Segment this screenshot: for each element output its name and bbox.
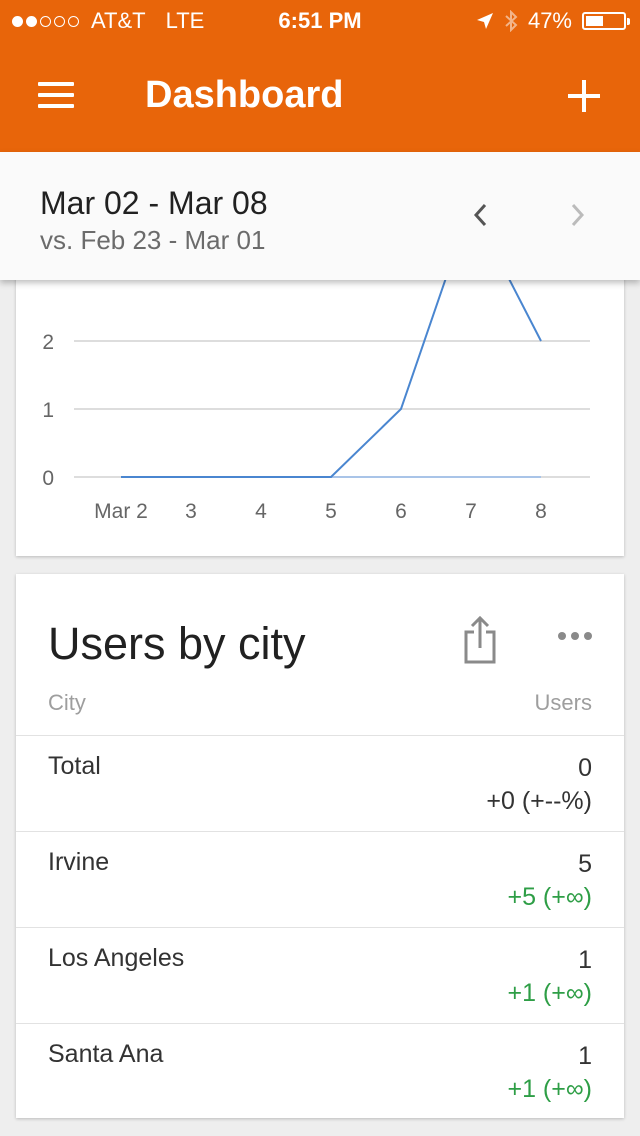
table-row[interactable]: Total 0 +0 (+--%) bbox=[16, 735, 624, 831]
users-count: 1 bbox=[578, 946, 592, 974]
status-bar: AT&T LTE 6:51 PM 47% bbox=[0, 0, 640, 40]
chevron-left-icon bbox=[473, 203, 487, 227]
y-tick-label: 2 bbox=[42, 331, 54, 354]
city-name: Total bbox=[48, 752, 101, 780]
users-change: +0 (+--%) bbox=[486, 787, 592, 815]
x-tick-label: 4 bbox=[255, 500, 267, 523]
users-count: 1 bbox=[578, 1042, 592, 1070]
city-name: Los Angeles bbox=[48, 944, 185, 972]
line-chart: 0 1 2 Mar 2 3 4 5 6 7 8 bbox=[42, 280, 590, 523]
series-line bbox=[121, 280, 542, 478]
column-header-users: Users bbox=[534, 690, 592, 715]
card-title: Users by city bbox=[48, 618, 306, 669]
x-tick-label: 8 bbox=[535, 500, 547, 523]
table-row[interactable]: Irvine 5 +5 (+∞) bbox=[16, 831, 624, 927]
users-change: +5 (+∞) bbox=[507, 883, 592, 911]
users-change: +1 (+∞) bbox=[507, 1075, 592, 1103]
users-count: 0 bbox=[578, 754, 592, 782]
table-row[interactable]: Los Angeles 1 +1 (+∞) bbox=[16, 927, 624, 1023]
share-icon[interactable] bbox=[462, 616, 498, 664]
next-range-button[interactable] bbox=[562, 200, 592, 230]
add-icon[interactable] bbox=[566, 78, 602, 114]
chevron-right-icon bbox=[571, 203, 585, 227]
battery-icon bbox=[582, 12, 630, 30]
y-tick-label: 1 bbox=[42, 399, 54, 422]
bluetooth-icon bbox=[505, 10, 518, 32]
status-right: 47% bbox=[476, 8, 630, 34]
table-row[interactable]: Santa Ana 1 +1 (+∞) bbox=[16, 1023, 624, 1119]
city-name: Santa Ana bbox=[48, 1040, 164, 1068]
sessions-chart-card: 0 1 2 Mar 2 3 4 5 6 7 8 bbox=[16, 250, 624, 556]
y-tick-label: 0 bbox=[42, 467, 54, 490]
x-tick-label: 5 bbox=[325, 500, 337, 523]
city-name: Irvine bbox=[48, 848, 110, 876]
date-range-current[interactable]: Mar 02 - Mar 08 bbox=[40, 185, 268, 222]
page-title: Dashboard bbox=[145, 74, 344, 116]
date-range-comparison: vs. Feb 23 - Mar 01 bbox=[40, 225, 266, 255]
x-tick-label: 7 bbox=[465, 500, 477, 523]
users-change: +1 (+∞) bbox=[507, 979, 592, 1007]
users-count: 5 bbox=[578, 850, 592, 878]
x-tick-label: 3 bbox=[185, 500, 197, 523]
battery-percent: 47% bbox=[527, 8, 572, 33]
hamburger-menu-icon[interactable] bbox=[38, 82, 74, 110]
date-range-bar: Mar 02 - Mar 08 vs. Feb 23 - Mar 01 bbox=[0, 152, 640, 280]
users-by-city-card: Users by city City Users Total 0 +0 (+--%)… bbox=[16, 574, 624, 1118]
location-arrow-icon bbox=[476, 13, 493, 29]
more-options-icon[interactable] bbox=[558, 632, 594, 644]
x-tick-label: 6 bbox=[395, 500, 407, 523]
column-header-city: City bbox=[48, 690, 86, 715]
previous-range-button[interactable] bbox=[466, 200, 496, 230]
battery-fill bbox=[586, 16, 603, 26]
city-table: Total 0 +0 (+--%) Irvine 5 +5 (+∞) Los Angeles… bbox=[16, 735, 624, 1119]
x-tick-label: Mar 2 bbox=[94, 500, 148, 523]
app-bar: Dashboard bbox=[0, 40, 640, 152]
